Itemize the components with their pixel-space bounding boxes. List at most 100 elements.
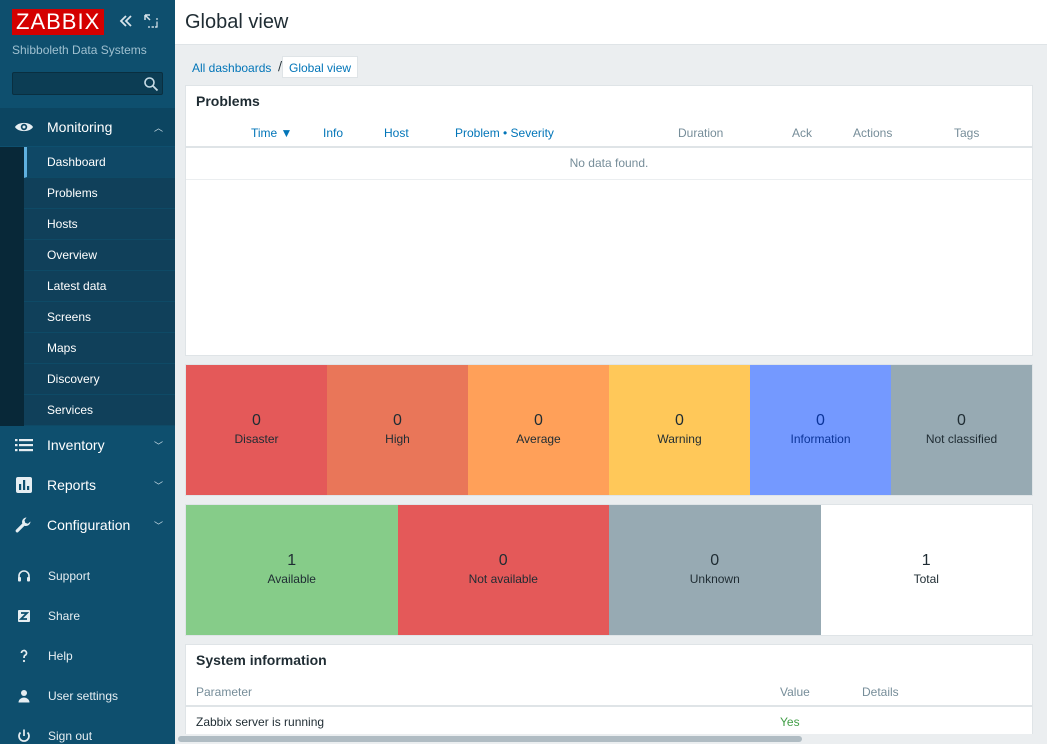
sign-out-label: Sign out <box>48 729 93 743</box>
help-label: Help <box>48 649 73 663</box>
user-settings-link[interactable]: User settings <box>0 679 175 715</box>
column-details: Details <box>862 685 899 699</box>
sidebar-item-label: Maps <box>47 341 77 355</box>
system-value: Yes <box>780 715 800 729</box>
tile-count: 0 <box>710 552 720 569</box>
problems-by-severity-widget: 0 Disaster 0 High 0 Average 0 Warning 0 Informati… <box>185 364 1033 496</box>
column-info[interactable]: Info <box>323 126 343 140</box>
host-tile-total[interactable]: 1 Total <box>820 505 1032 635</box>
column-tags: Tags <box>954 126 980 140</box>
horizontal-scrollbar[interactable] <box>175 734 1047 744</box>
nav-monitoring[interactable]: Monitoring ︿ <box>0 108 175 146</box>
sidebar-item-screens[interactable]: Screens <box>24 302 175 333</box>
help-link[interactable]: Help <box>0 639 175 675</box>
share-link[interactable]: Share <box>0 599 175 635</box>
column-ack: Ack <box>792 126 813 140</box>
nav-reports[interactable]: Reports ﹀ <box>0 466 175 504</box>
severity-tile-disaster[interactable]: 0 Disaster <box>186 365 327 495</box>
host-tile-available[interactable]: 1 Available <box>186 505 398 635</box>
host-tile-unknown[interactable]: 0 Unknown <box>609 505 821 635</box>
severity-tile-high[interactable]: 0 High <box>327 365 468 495</box>
logo-row: ZABBIX <box>12 9 163 35</box>
host-tile-not-available[interactable]: 0 Not available <box>397 505 609 635</box>
tile-label: Not classified <box>925 432 998 446</box>
chevron-down-icon: ﹀ <box>153 482 163 492</box>
question-icon <box>20 649 28 663</box>
sidebar-item-hosts[interactable]: Hosts <box>24 209 175 240</box>
kiosk-mode-icon[interactable] <box>142 13 160 31</box>
column-time[interactable]: Time ▼ <box>251 126 292 140</box>
system-info-table-header: Parameter Value Details <box>186 677 1032 707</box>
sidebar-item-problems[interactable]: Problems <box>24 178 175 209</box>
tile-count: 0 <box>498 552 508 569</box>
severity-tile-information[interactable]: 0 Information <box>750 365 891 495</box>
search-input[interactable] <box>17 75 137 92</box>
sidebar-item-label: Problems <box>47 186 98 200</box>
widget-title: System information <box>196 652 327 668</box>
sidebar-item-label: Overview <box>47 248 98 262</box>
column-problem-severity[interactable]: Problem • Severity <box>455 126 554 140</box>
collapse-sidebar-icon[interactable] <box>117 13 135 31</box>
nav-monitoring-label: Monitoring <box>47 119 113 135</box>
support-link[interactable]: Support <box>0 559 175 595</box>
sidebar-item-discovery[interactable]: Discovery <box>24 364 175 395</box>
problems-widget: Problems Time ▼ Info Host Problem • Seve… <box>185 85 1033 356</box>
nav-inventory[interactable]: Inventory ﹀ <box>0 426 175 464</box>
tile-label: Warning <box>657 432 702 446</box>
tile-count: 0 <box>393 412 402 429</box>
user-settings-label: User settings <box>48 689 119 703</box>
tile-label: High <box>385 432 410 446</box>
sidebar: ZABBIX Shibboleth Data Systems Monitorin… <box>0 0 175 744</box>
nav-reports-label: Reports <box>47 477 97 493</box>
bar-chart-icon <box>16 477 32 493</box>
breadcrumb-current[interactable]: Global view <box>282 56 359 78</box>
eye-icon <box>15 122 33 132</box>
host-availability-widget: 1 Available 0 Not available 0 Unknown 1 Total <box>185 504 1033 636</box>
severity-tile-warning[interactable]: 0 Warning <box>609 365 750 495</box>
monitoring-submenu: Dashboard Problems Hosts Overview Latest… <box>0 147 175 426</box>
tile-count: 1 <box>287 552 297 569</box>
chevron-down-icon: ﹀ <box>153 442 163 452</box>
nav-configuration[interactable]: Configuration ﹀ <box>0 506 175 544</box>
column-value: Value <box>780 685 810 699</box>
sidebar-search <box>12 72 163 95</box>
severity-tile-not-classified[interactable]: 0 Not classified <box>891 365 1032 495</box>
scrollbar-thumb[interactable] <box>178 736 802 742</box>
widget-title: Problems <box>196 93 260 109</box>
column-host[interactable]: Host <box>384 126 409 140</box>
tile-label: Disaster <box>234 432 279 446</box>
page-header: Global view <box>175 0 1047 45</box>
problems-table-header: Time ▼ Info Host Problem • Severity Dura… <box>186 118 1032 148</box>
tile-count: 1 <box>921 552 931 569</box>
tile-count: 0 <box>675 412 684 429</box>
breadcrumb-all-dashboards[interactable]: All dashboards <box>192 61 271 75</box>
sidebar-item-label: Screens <box>47 310 92 324</box>
share-label: Share <box>48 609 81 623</box>
sidebar-item-maps[interactable]: Maps <box>24 333 175 364</box>
list-icon <box>15 439 33 452</box>
tile-count: 0 <box>534 412 543 429</box>
tile-label: Available <box>267 572 316 586</box>
sidebar-item-services[interactable]: Services <box>24 395 175 426</box>
chevron-up-icon: ︿ <box>153 124 163 134</box>
system-parameter: Zabbix server is running <box>196 715 325 729</box>
column-actions: Actions <box>853 126 893 140</box>
wrench-icon <box>15 517 31 533</box>
tile-count: 0 <box>816 412 825 429</box>
tile-label: Average <box>516 432 561 446</box>
sidebar-item-latest-data[interactable]: Latest data <box>24 271 175 302</box>
tile-label: Unknown <box>689 572 740 586</box>
tile-label: Information <box>790 432 851 446</box>
support-label: Support <box>48 569 91 583</box>
sidebar-item-overview[interactable]: Overview <box>24 240 175 271</box>
sidebar-item-label: Hosts <box>47 217 78 231</box>
column-parameter: Parameter <box>196 685 253 699</box>
power-icon <box>18 729 30 742</box>
severity-tile-average[interactable]: 0 Average <box>468 365 609 495</box>
sign-out-link[interactable]: Sign out <box>0 719 175 744</box>
sidebar-item-label: Latest data <box>47 279 107 293</box>
sidebar-item-dashboard[interactable]: Dashboard <box>24 147 175 178</box>
zabbix-logo[interactable]: ZABBIX <box>12 9 105 35</box>
page-title: Global view <box>185 11 289 33</box>
search-icon[interactable] <box>143 76 159 92</box>
